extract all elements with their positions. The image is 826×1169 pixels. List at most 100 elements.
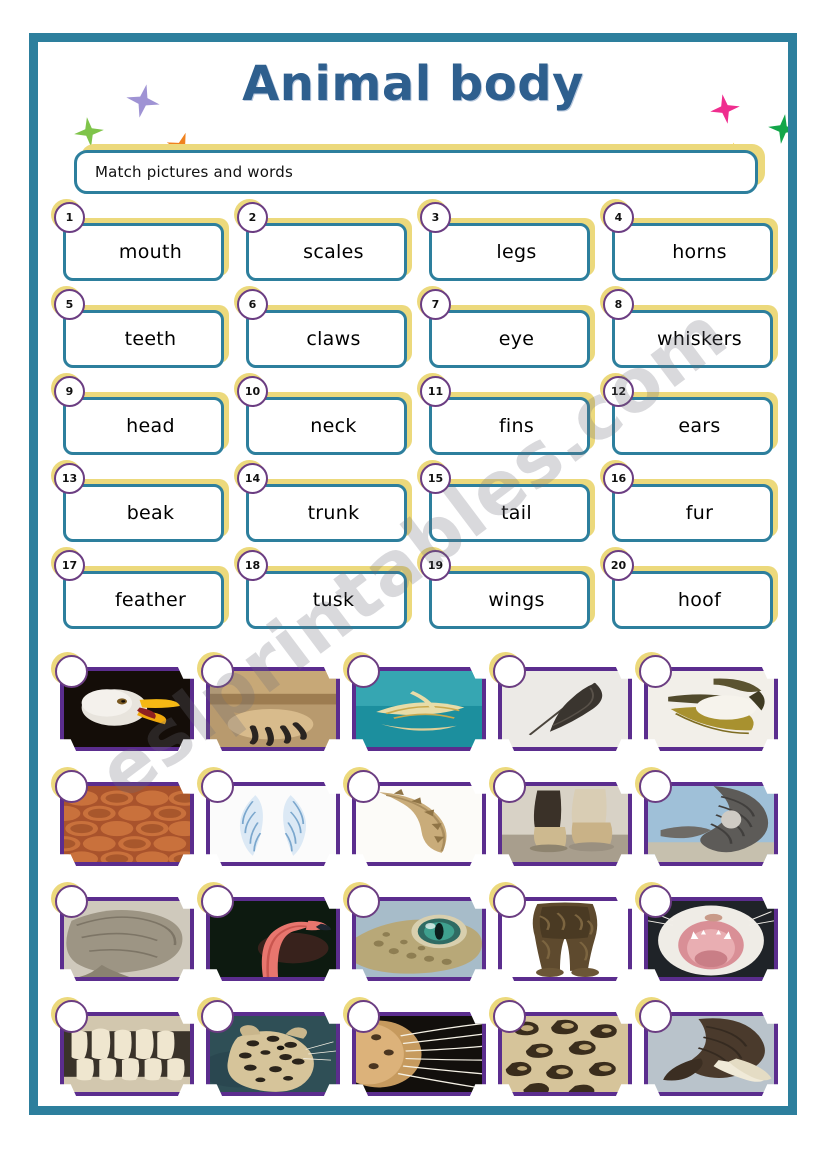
answer-input[interactable]: [201, 770, 234, 803]
answer-badge[interactable]: [489, 997, 526, 1033]
word-card-box[interactable]: scales: [246, 223, 407, 281]
answer-input[interactable]: [639, 655, 672, 688]
picture-card[interactable]: [197, 997, 346, 1106]
word-card[interactable]: whiskers 8: [600, 286, 784, 388]
picture-card[interactable]: [343, 652, 492, 769]
answer-badge[interactable]: [197, 882, 234, 918]
picture-card[interactable]: [489, 882, 638, 999]
word-card-box[interactable]: eye: [429, 310, 590, 368]
answer-input[interactable]: [639, 770, 672, 803]
word-card-box[interactable]: claws: [246, 310, 407, 368]
picture-card[interactable]: [635, 767, 784, 884]
word-card-box[interactable]: ears: [612, 397, 773, 455]
answer-input[interactable]: [493, 655, 526, 688]
word-card[interactable]: eye 7: [417, 286, 601, 388]
word-card-box[interactable]: fins: [429, 397, 590, 455]
answer-input[interactable]: [493, 1000, 526, 1033]
picture-card[interactable]: [197, 652, 346, 769]
word-card[interactable]: neck 10: [234, 373, 418, 475]
word-card[interactable]: legs 3: [417, 199, 601, 301]
word-card[interactable]: teeth 5: [51, 286, 235, 388]
answer-badge[interactable]: [343, 997, 380, 1033]
word-card-box[interactable]: wings: [429, 571, 590, 629]
word-card[interactable]: feather 17: [51, 547, 235, 649]
answer-input[interactable]: [347, 655, 380, 688]
word-card-box[interactable]: neck: [246, 397, 407, 455]
picture-card[interactable]: [51, 652, 200, 769]
answer-badge[interactable]: [489, 882, 526, 918]
answer-input[interactable]: [347, 770, 380, 803]
picture-card[interactable]: [343, 882, 492, 999]
answer-badge[interactable]: [51, 767, 88, 803]
word-card-box[interactable]: feather: [63, 571, 224, 629]
answer-input[interactable]: [639, 1000, 672, 1033]
word-card[interactable]: fur 16: [600, 460, 784, 562]
picture-card[interactable]: [51, 882, 200, 999]
answer-input[interactable]: [201, 1000, 234, 1033]
picture-card[interactable]: [197, 882, 346, 999]
answer-badge[interactable]: [489, 652, 526, 688]
answer-input[interactable]: [639, 885, 672, 918]
answer-badge[interactable]: [51, 997, 88, 1033]
word-card-box[interactable]: whiskers: [612, 310, 773, 368]
word-card-box[interactable]: tail: [429, 484, 590, 542]
answer-badge[interactable]: [635, 652, 672, 688]
picture-card[interactable]: [51, 767, 200, 884]
word-card-box[interactable]: legs: [429, 223, 590, 281]
word-card[interactable]: tail 15: [417, 460, 601, 562]
answer-input[interactable]: [493, 885, 526, 918]
word-card[interactable]: fins 11: [417, 373, 601, 475]
picture-card[interactable]: [635, 882, 784, 999]
word-card[interactable]: trunk 14: [234, 460, 418, 562]
word-card[interactable]: hoof 20: [600, 547, 784, 649]
answer-badge[interactable]: [635, 767, 672, 803]
word-card[interactable]: beak 13: [51, 460, 235, 562]
answer-input[interactable]: [55, 655, 88, 688]
picture-card[interactable]: [635, 652, 784, 769]
answer-input[interactable]: [201, 655, 234, 688]
word-card-box[interactable]: teeth: [63, 310, 224, 368]
answer-input[interactable]: [55, 1000, 88, 1033]
answer-badge[interactable]: [343, 882, 380, 918]
answer-badge[interactable]: [343, 652, 380, 688]
word-card[interactable]: horns 4: [600, 199, 784, 301]
word-card[interactable]: wings 19: [417, 547, 601, 649]
picture-card[interactable]: [489, 767, 638, 884]
answer-input[interactable]: [201, 885, 234, 918]
answer-badge[interactable]: [635, 997, 672, 1033]
word-card-box[interactable]: beak: [63, 484, 224, 542]
answer-badge[interactable]: [197, 652, 234, 688]
word-card[interactable]: mouth 1: [51, 199, 235, 301]
picture-card[interactable]: [489, 652, 638, 769]
word-card-box[interactable]: fur: [612, 484, 773, 542]
picture-card[interactable]: [197, 767, 346, 884]
answer-input[interactable]: [55, 885, 88, 918]
picture-card[interactable]: [51, 997, 200, 1106]
answer-input[interactable]: [55, 770, 88, 803]
answer-badge[interactable]: [635, 882, 672, 918]
answer-input[interactable]: [493, 770, 526, 803]
word-card-box[interactable]: mouth: [63, 223, 224, 281]
word-card-box[interactable]: tusk: [246, 571, 407, 629]
word-card-box[interactable]: hoof: [612, 571, 773, 629]
answer-input[interactable]: [347, 885, 380, 918]
word-card[interactable]: tusk 18: [234, 547, 418, 649]
word-card-box[interactable]: head: [63, 397, 224, 455]
picture-card[interactable]: [489, 997, 638, 1106]
answer-badge[interactable]: [51, 652, 88, 688]
answer-input[interactable]: [347, 1000, 380, 1033]
answer-badge[interactable]: [489, 767, 526, 803]
answer-badge[interactable]: [343, 767, 380, 803]
picture-card[interactable]: [635, 997, 784, 1106]
answer-badge[interactable]: [197, 767, 234, 803]
word-card[interactable]: head 9: [51, 373, 235, 475]
word-card[interactable]: claws 6: [234, 286, 418, 388]
word-card-box[interactable]: horns: [612, 223, 773, 281]
word-card-box[interactable]: trunk: [246, 484, 407, 542]
picture-card[interactable]: [343, 997, 492, 1106]
word-card[interactable]: scales 2: [234, 199, 418, 301]
word-card[interactable]: ears 12: [600, 373, 784, 475]
answer-badge[interactable]: [197, 997, 234, 1033]
picture-card[interactable]: [343, 767, 492, 884]
answer-badge[interactable]: [51, 882, 88, 918]
